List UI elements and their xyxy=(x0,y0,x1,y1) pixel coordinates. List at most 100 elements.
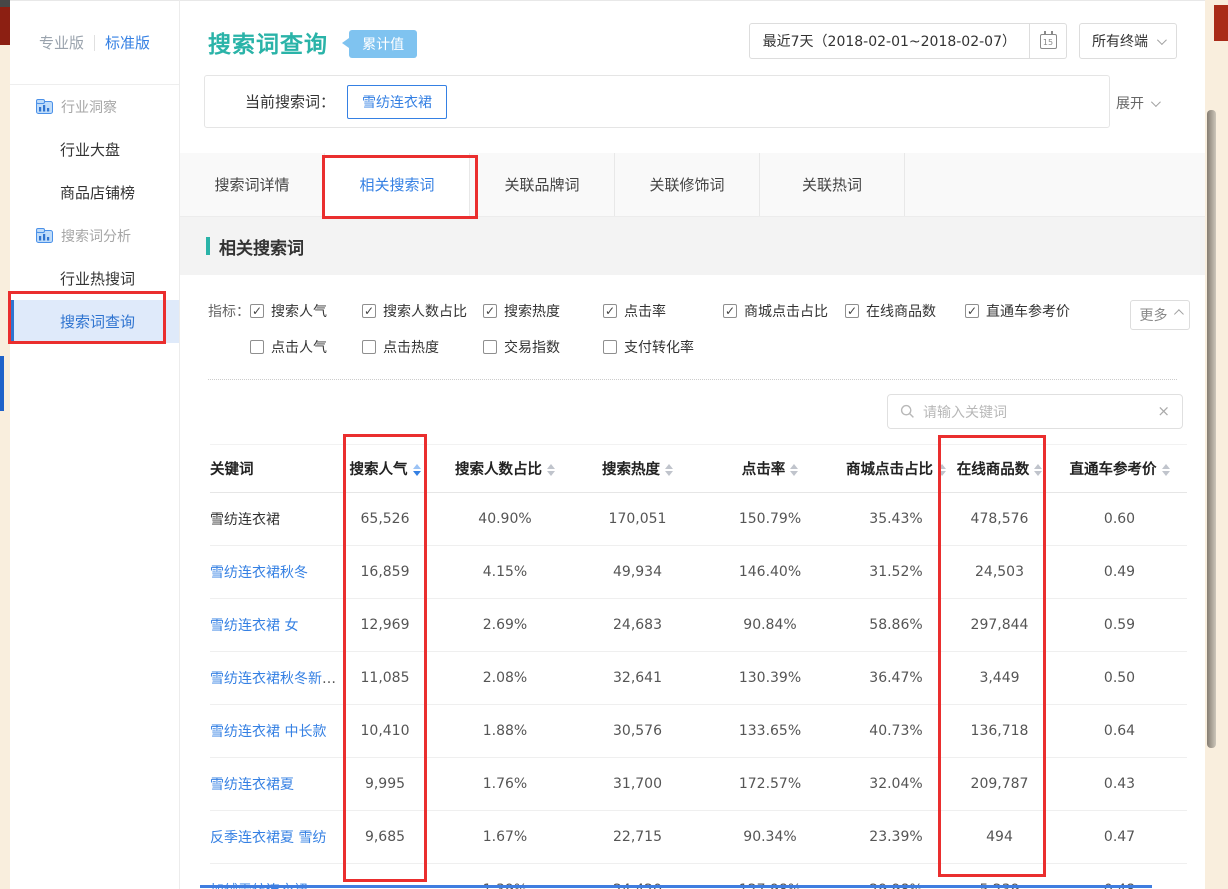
cell-ztc-price: 0.60 xyxy=(1052,493,1187,546)
col-header-mall-click-ratio[interactable]: 商城点击占比 xyxy=(845,445,947,493)
col-header-label: 在线商品数 xyxy=(957,462,1030,478)
checkbox-checked-icon[interactable] xyxy=(845,304,859,318)
cell-mall-click-ratio: 40.73% xyxy=(845,705,947,758)
checkbox-unchecked-icon[interactable] xyxy=(483,340,497,354)
cell-mall-click-ratio: 58.86% xyxy=(845,599,947,652)
table-row: 雪纺连衣裙秋冬 16,859 4.15% 49,934 146.40% 31.5… xyxy=(210,546,1187,599)
metric-click-popularity[interactable]: 点击人气 xyxy=(250,337,362,357)
keyword-search-input[interactable] xyxy=(923,404,1149,420)
tab-related-modifier-words[interactable]: 关联修饰词 xyxy=(615,153,760,216)
checkbox-checked-icon[interactable] xyxy=(483,304,497,318)
cell-ztc-price: 0.43 xyxy=(1052,758,1187,811)
chevron-up-icon xyxy=(1173,309,1183,319)
cell-searcher-ratio: 4.15% xyxy=(430,546,580,599)
sidebar-item-industry-hot-words[interactable]: 行业热搜词 xyxy=(10,257,179,300)
tab-related-brand-words[interactable]: 关联品牌词 xyxy=(470,153,615,216)
metric-pay-conversion[interactable]: 支付转化率 xyxy=(603,337,723,357)
vertical-scrollbar[interactable] xyxy=(1207,110,1216,748)
cell-ztc-price: 0.47 xyxy=(1052,811,1187,864)
sidebar-group-industry-insight[interactable]: 行业洞察 xyxy=(10,85,179,128)
checkbox-checked-icon[interactable] xyxy=(362,304,376,318)
keyword-link[interactable]: 雪纺连衣裙 中长款 xyxy=(210,724,326,740)
sidebar-group-label: 搜索词分析 xyxy=(61,226,131,246)
page-header: 搜索词查询 累计值 最近7天（2018-02-01~2018-02-07） 15… xyxy=(180,0,1205,150)
chart-folder-icon xyxy=(36,228,53,243)
col-header-ztc-price[interactable]: 直通车参考价 xyxy=(1052,445,1187,493)
col-header-label: 搜索人气 xyxy=(350,462,408,478)
checkbox-checked-icon[interactable] xyxy=(603,304,617,318)
metric-label: 搜索人气 xyxy=(271,301,327,321)
tabbar-filler xyxy=(905,153,1205,216)
checkbox-unchecked-icon[interactable] xyxy=(362,340,376,354)
sidebar-item-industry-market[interactable]: 行业大盘 xyxy=(10,128,179,171)
sort-icon[interactable] xyxy=(1034,464,1042,476)
metric-mall-click-ratio[interactable]: 商城点击占比 xyxy=(723,301,845,321)
app-window: 专业版 标准版 行业洞察 行业大盘 商品店铺榜 xyxy=(0,0,1228,889)
tab-related-search-words[interactable]: 相关搜索词 xyxy=(325,153,470,216)
metric-label: 点击率 xyxy=(624,301,666,321)
cell-searcher-ratio: 1.67% xyxy=(430,811,580,864)
current-term-label: 当前搜索词： xyxy=(245,91,335,112)
sort-icon[interactable] xyxy=(938,464,946,476)
metric-online-products[interactable]: 在线商品数 xyxy=(845,301,965,321)
metric-label: 支付转化率 xyxy=(624,337,694,357)
col-header-online-products[interactable]: 在线商品数 xyxy=(947,445,1052,493)
sort-icon[interactable] xyxy=(547,464,555,476)
cell-ztc-price: 0.50 xyxy=(1052,652,1187,705)
sort-icon[interactable] xyxy=(1162,464,1170,476)
checkbox-unchecked-icon[interactable] xyxy=(603,340,617,354)
cell-search-heat: 24,683 xyxy=(580,599,695,652)
keyword-link[interactable]: 雪纺连衣裙夏 xyxy=(210,777,294,793)
checkbox-unchecked-icon[interactable] xyxy=(250,340,264,354)
cell-ztc-price: 0.64 xyxy=(1052,705,1187,758)
sidebar-group-search-analysis[interactable]: 搜索词分析 xyxy=(10,214,179,257)
cell-online-products: 209,787 xyxy=(947,758,1052,811)
metric-label: 搜索人数占比 xyxy=(383,301,467,321)
tab-search-word-detail[interactable]: 搜索词详情 xyxy=(180,153,325,216)
sidebar-item-search-word-query[interactable]: 搜索词查询 xyxy=(10,300,179,343)
table-row: 雪纺连衣裙夏 9,995 1.76% 31,700 172.57% 32.04%… xyxy=(210,758,1187,811)
sort-icon[interactable] xyxy=(413,464,421,476)
metric-label: 直通车参考价 xyxy=(986,301,1070,321)
checkbox-checked-icon[interactable] xyxy=(723,304,737,318)
col-header-search-popularity[interactable]: 搜索人气 xyxy=(340,445,430,493)
tab-professional-version[interactable]: 专业版 xyxy=(29,32,94,53)
cell-search-popularity: 9,685 xyxy=(340,811,430,864)
sidebar-item-product-shop-rank[interactable]: 商品店铺榜 xyxy=(10,171,179,214)
more-metrics-button[interactable]: 更多 xyxy=(1130,300,1190,330)
checkbox-checked-icon[interactable] xyxy=(965,304,979,318)
header-controls: 最近7天（2018-02-01~2018-02-07） 15 所有终端 xyxy=(749,23,1177,59)
metric-click-rate[interactable]: 点击率 xyxy=(603,301,723,321)
metric-ztc-reference-price[interactable]: 直通车参考价 xyxy=(965,301,1115,321)
top-left-red-block xyxy=(0,7,10,45)
col-header-search-heat[interactable]: 搜索热度 xyxy=(580,445,695,493)
terminal-dropdown[interactable]: 所有终端 xyxy=(1079,23,1177,59)
clear-search-icon[interactable]: × xyxy=(1157,404,1170,419)
metric-click-heat[interactable]: 点击热度 xyxy=(362,337,483,357)
metric-searcher-ratio[interactable]: 搜索人数占比 xyxy=(362,301,483,321)
col-header-click-rate[interactable]: 点击率 xyxy=(695,445,845,493)
tab-related-hot-words[interactable]: 关联热词 xyxy=(760,153,905,216)
calendar-button[interactable]: 15 xyxy=(1030,23,1067,59)
cell-click-rate: 146.40% xyxy=(695,546,845,599)
expand-toggle[interactable]: 展开 xyxy=(1116,93,1158,113)
col-header-searcher-ratio[interactable]: 搜索人数占比 xyxy=(430,445,580,493)
cell-search-heat: 32,641 xyxy=(580,652,695,705)
keyword-link[interactable]: 雪纺连衣裙秋冬 xyxy=(210,565,308,581)
table-row: 反季连衣裙夏 雪纺 9,685 1.67% 22,715 90.34% 23.3… xyxy=(210,811,1187,864)
sort-icon[interactable] xyxy=(790,464,798,476)
checkbox-checked-icon[interactable] xyxy=(250,304,264,318)
keyword-link[interactable]: 雪纺连衣裙 女 xyxy=(210,618,298,634)
metric-trade-index[interactable]: 交易指数 xyxy=(483,337,603,357)
keyword-link[interactable]: 雪纺连衣裙秋冬新款女… xyxy=(210,671,340,687)
keyword-link[interactable]: 反季连衣裙夏 雪纺 xyxy=(210,830,326,846)
table-row: 雪纺连衣裙 中长款 10,410 1.88% 30,576 133.65% 40… xyxy=(210,705,1187,758)
sort-icon[interactable] xyxy=(665,464,673,476)
metric-label: 点击人气 xyxy=(271,337,327,357)
date-range-selector[interactable]: 最近7天（2018-02-01~2018-02-07） xyxy=(749,23,1030,59)
metric-search-popularity[interactable]: 搜索人气 xyxy=(250,301,362,321)
cell-searcher-ratio: 2.69% xyxy=(430,599,580,652)
metric-search-heat[interactable]: 搜索热度 xyxy=(483,301,603,321)
current-term-chip[interactable]: 雪纺连衣裙 xyxy=(347,85,447,119)
tab-standard-version[interactable]: 标准版 xyxy=(95,32,160,53)
